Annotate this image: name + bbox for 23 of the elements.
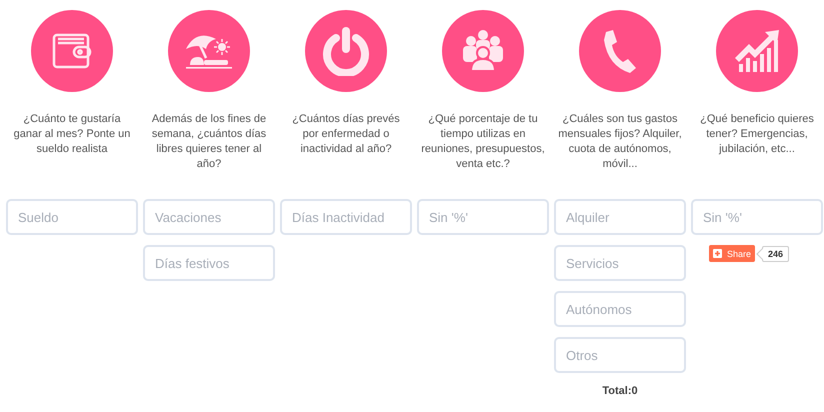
share-count: 246: [757, 246, 790, 262]
input-field[interactable]: Sueldo: [6, 199, 138, 235]
plus-icon: [713, 249, 722, 258]
question-text: ¿Cuánto te gustaría ganar al mes? Ponte un sueldo realista: [12, 112, 132, 157]
total-text: Total:0: [602, 385, 638, 397]
question-text: Además de los fines de semana, ¿cuántos días libres quieres tener al año?: [150, 112, 268, 172]
input-field[interactable]: Días Inactividad: [280, 199, 412, 235]
input-field[interactable]: Sin '%': [691, 199, 823, 235]
input-field[interactable]: Servicios: [554, 245, 686, 281]
input-field[interactable]: Vacaciones: [143, 199, 275, 235]
power-icon: [321, 26, 371, 76]
input-field[interactable]: Alquiler: [554, 199, 686, 235]
input-field[interactable]: Días festivos: [143, 245, 275, 281]
input-field[interactable]: Autónomos: [554, 291, 686, 327]
question-text: ¿Qué porcentaje de tu tiempo utilizas en reuniones, presupuestos, venta etc.?: [420, 112, 546, 172]
growth-chart-icon: [733, 28, 781, 74]
input-field[interactable]: Otros: [554, 337, 686, 373]
question-text: ¿Cuáles son tus gastos mensuales fijos? Alquiler, cuota de autónomos, móvil...: [557, 112, 683, 172]
question-text: ¿Cuántos días prevés por enfermedad o inactividad al año?: [291, 112, 401, 157]
question-text: ¿Qué beneficio quieres tener? Emergencias, jubilación, etc...: [699, 112, 815, 157]
group-icon: [461, 29, 505, 73]
input-field[interactable]: Sin '%': [417, 199, 549, 235]
share-button[interactable]: Share: [709, 245, 756, 262]
